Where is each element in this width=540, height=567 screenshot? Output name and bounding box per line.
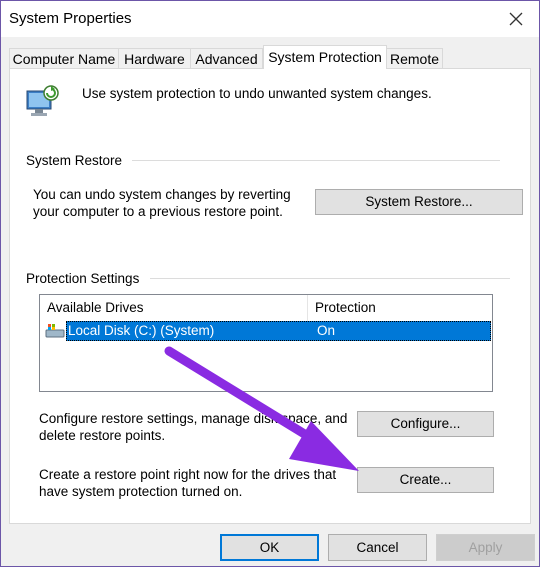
create-desc-2: have system protection turned on. [39,484,243,499]
tab-system-protection[interactable]: System Protection [263,45,387,69]
group-divider [150,278,510,279]
tab-hardware[interactable]: Hardware [118,48,191,68]
configure-desc-2: delete restore points. [39,428,166,443]
ok-button[interactable]: OK [220,534,319,561]
system-restore-desc-2: your computer to a previous restore poin… [33,204,283,219]
group-divider [132,160,500,161]
intro-text: Use system protection to undo unwanted s… [82,86,432,101]
create-button[interactable]: Create... [357,467,494,493]
protection-settings-group-title: Protection Settings [26,271,140,286]
system-restore-group-title: System Restore [26,153,123,168]
system-restore-desc-1: You can undo system changes by reverting [33,187,291,202]
system-protection-icon [25,83,63,121]
title-bar: System Properties [1,1,539,37]
tab-remote[interactable]: Remote [386,48,443,68]
column-header-protection[interactable]: Protection [308,295,492,321]
column-header-available-drives[interactable]: Available Drives [40,295,308,321]
window-title: System Properties [9,10,132,27]
configure-button[interactable]: Configure... [357,411,494,437]
system-restore-button[interactable]: System Restore... [315,189,523,215]
cancel-button[interactable]: Cancel [328,534,427,561]
close-button[interactable] [493,1,539,37]
drive-row-selected[interactable]: Local Disk (C:) (System) On [66,321,491,341]
tab-computer-name[interactable]: Computer Name [9,48,119,68]
close-icon [509,12,523,26]
system-properties-window: System Properties Computer Name Hardware… [0,0,540,567]
annotation-arrow-icon [164,346,359,471]
drive-name: Local Disk (C:) (System) [68,323,215,338]
drive-protection-status: On [317,323,336,338]
tab-advanced[interactable]: Advanced [190,48,263,68]
drive-icon [45,323,65,339]
dialog-footer: OK Cancel Apply [1,526,539,566]
apply-button[interactable]: Apply [436,534,535,561]
